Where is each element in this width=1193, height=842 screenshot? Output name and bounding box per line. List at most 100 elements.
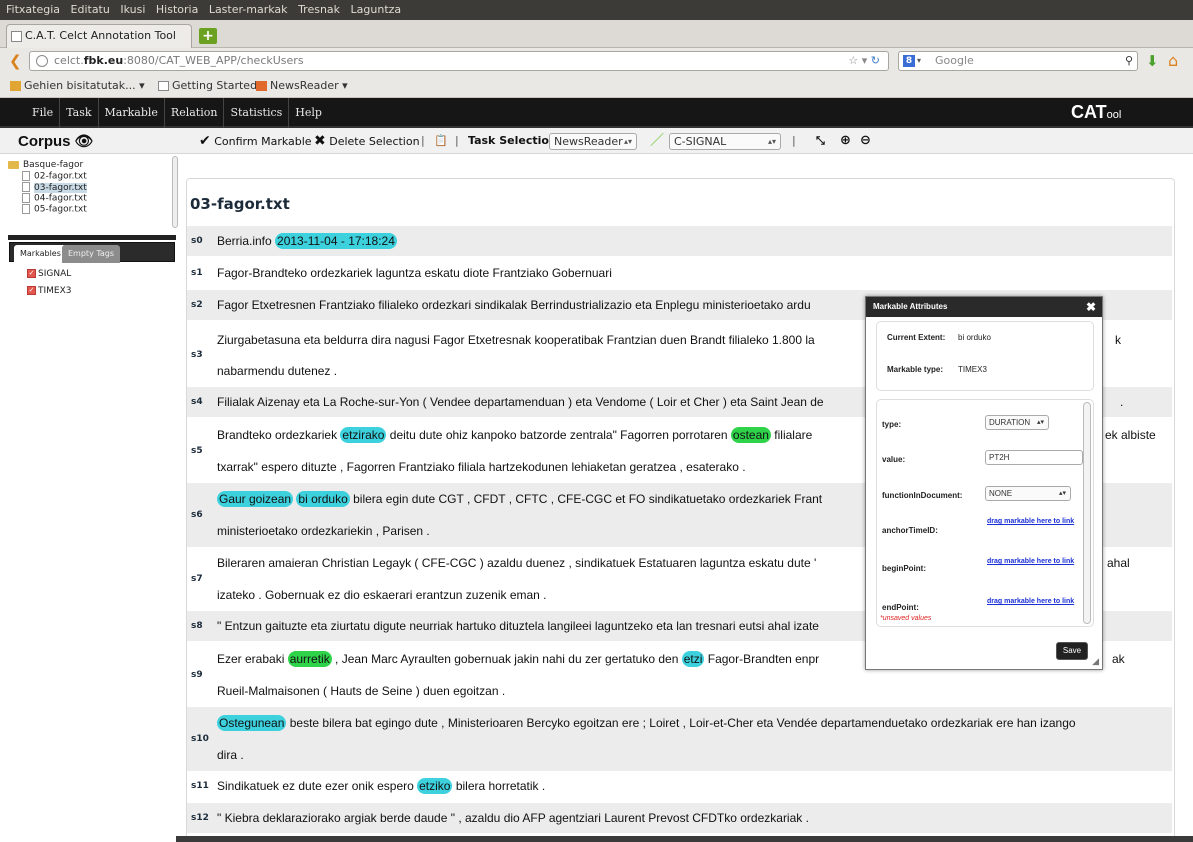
tree-file-selected[interactable]: 03-fagor.txt (8, 182, 170, 193)
text-span: , Jean Marc Ayraulten gobernuak jakin na… (331, 652, 682, 666)
sentence-row[interactable]: s10 Ostegunean beste bilera bat egingo d… (187, 707, 1172, 771)
delete-selection-button[interactable]: ✖ Delete Selection (314, 128, 420, 155)
toolbar-divider: | (455, 134, 459, 147)
sentence-text: Ezer erabaki aurretik , Jean Marc Ayraul… (217, 644, 819, 674)
url-bar[interactable]: celct.fbk.eu:8080/CAT_WEB_APP/checkUsers… (29, 51, 889, 71)
app-toolbar: Corpus 👁 ✔ Confirm Markable ✖ Delete Sel… (0, 128, 1193, 154)
panel-divider[interactable] (8, 235, 176, 240)
attributes-form: type: DURATION ▴▾ value: PT2H functionInD… (876, 399, 1094, 627)
download-icon[interactable]: ⬇ (1146, 52, 1159, 70)
search-bar[interactable]: 8 ▾ Google ⚲ (898, 51, 1138, 71)
sentence-id: s12 (191, 813, 209, 823)
value-input[interactable]: PT2H (985, 450, 1083, 465)
sentence-row[interactable]: s1 Fagor-Brandteko ordezkariek laguntza … (187, 258, 1172, 288)
corpus-header: Corpus 👁 (18, 132, 94, 150)
sentence-row[interactable]: s0 Berria.info 2013-11-04 - 17:18:24 (187, 226, 1172, 256)
save-button[interactable]: Save (1056, 642, 1088, 660)
bookmark-most-visited[interactable]: Gehien bisitatutak... ▾ (10, 74, 145, 98)
menu-historia[interactable]: Historia (156, 3, 198, 16)
app-menu-markable[interactable]: Markable (99, 98, 165, 128)
menu-laster-markak[interactable]: Laster-markak (209, 3, 288, 16)
checkbox-checked-icon[interactable]: ✓ (27, 286, 36, 295)
engine-dropdown-icon[interactable]: ▾ (917, 52, 921, 70)
resize-handle-icon[interactable]: ◢ (1092, 656, 1099, 667)
sentence-row[interactable]: s11 Sindikatuek ez dute ezer onik espero… (187, 771, 1172, 801)
markable-select[interactable]: C-SIGNAL ▴▾ (669, 133, 781, 150)
app-menu-help[interactable]: Help (289, 98, 328, 128)
bottom-scroll-bar[interactable] (176, 836, 1193, 842)
tab-markables[interactable]: Markables (14, 245, 67, 263)
collapse-icon[interactable]: ⤡ (816, 128, 825, 154)
attributes-scrollbar[interactable] (1083, 402, 1091, 624)
tab-empty-tags[interactable]: Empty Tags (62, 245, 121, 263)
x-icon: ✖ (314, 133, 326, 149)
text-span: Ezer erabaki (217, 652, 288, 666)
tree-folder[interactable]: Basque-fagor (8, 160, 170, 171)
timex-highlight[interactable]: bi orduko (296, 491, 350, 507)
value-attr-label: value: (882, 455, 906, 464)
page-icon (158, 81, 169, 91)
timex-highlight[interactable]: etziko (417, 778, 453, 794)
timex-highlight[interactable]: Gaur goizean (217, 491, 294, 507)
menu-tresnak[interactable]: Tresnak (298, 3, 340, 16)
function-select[interactable]: NONE ▴▾ (985, 486, 1071, 501)
app-menu-relation[interactable]: Relation (165, 98, 225, 128)
bookmark-newsreader[interactable]: NewsReader ▾ (256, 74, 348, 98)
markable-item-timex3[interactable]: ✓ TIMEX3 (27, 285, 72, 297)
app-menu-task[interactable]: Task (60, 98, 99, 128)
sentence-id: s1 (191, 268, 203, 278)
timex-highlight[interactable]: Ostegunean (217, 715, 287, 731)
task-select[interactable]: NewsReader ▴▾ (549, 133, 637, 150)
app-menu-file[interactable]: File (26, 98, 61, 128)
sentence-text: Gaur goizean bi orduko bilera egin dute … (217, 484, 822, 514)
clipboard-icon[interactable]: 📋 (434, 128, 448, 154)
sentence-id: s10 (191, 734, 209, 744)
markable-item-signal[interactable]: ✓ SIGNAL (27, 268, 71, 280)
sentence-id: s6 (191, 510, 203, 520)
value-input-text: PT2H (989, 453, 1010, 462)
back-arrow-icon[interactable]: ❮ (9, 52, 22, 70)
sentence-row[interactable]: s12 " Kiebra deklaraziorako argiak berde… (187, 803, 1172, 833)
text-span: beste bilera bat egingo dute , Ministeri… (286, 716, 1076, 730)
tree-file[interactable]: 02-fagor.txt (8, 171, 170, 182)
tree-file[interactable]: 05-fagor.txt (8, 204, 170, 215)
menu-ikusi[interactable]: Ikusi (120, 3, 145, 16)
checkbox-checked-icon[interactable]: ✓ (27, 269, 36, 278)
signal-highlight[interactable]: aurretik (287, 651, 332, 667)
begin-link[interactable]: drag markable here to link (987, 558, 1087, 566)
zoom-out-icon[interactable]: ⊖ (860, 128, 871, 154)
bookmark-star-icon[interactable]: ☆ ▾ ↻ (848, 52, 880, 70)
sentence-text: nabarmendu dutenez . (217, 364, 338, 378)
browser-navbar: ❮ celct.fbk.eu:8080/CAT_WEB_APP/checkUse… (0, 48, 1193, 74)
pen-icon[interactable]: ／ (650, 128, 664, 154)
app-menu-statistics[interactable]: Statistics (224, 98, 290, 128)
browser-tab[interactable]: C.A.T. Celct Annotation Tool (6, 24, 192, 48)
end-link[interactable]: drag markable here to link (987, 598, 1087, 606)
timex-highlight[interactable]: etzirako (340, 427, 387, 443)
markable-attributes-dialog: Markable Attributes ✖ Current Extent: bi … (865, 296, 1103, 670)
logo-main: CAT (1071, 102, 1107, 122)
timex-highlight[interactable]: 2013-11-04 - 17:18:24 (275, 233, 397, 249)
menu-fitxategia[interactable]: Fitxategia (6, 3, 60, 16)
zoom-in-icon[interactable]: ⊕ (840, 128, 851, 154)
tree-scrollbar[interactable] (172, 156, 178, 228)
task-selection-label: Task Selection (468, 134, 557, 147)
menu-laguntza[interactable]: Laguntza (351, 3, 402, 16)
reload-icon[interactable]: ↻ (871, 54, 880, 67)
tree-file[interactable]: 04-fagor.txt (8, 193, 170, 204)
home-icon[interactable]: ⌂ (1168, 51, 1178, 70)
new-tab-button[interactable]: + (199, 28, 217, 44)
timex-highlight[interactable]: etzi (681, 651, 705, 667)
confirm-markable-button[interactable]: ✔ Confirm Markable (199, 128, 312, 155)
eye-icon[interactable]: 👁 (75, 133, 94, 150)
anchor-link[interactable]: drag markable here to link (987, 518, 1087, 526)
sentence-id: s5 (191, 446, 203, 456)
sentence-text: . (1120, 395, 1124, 409)
type-select[interactable]: DURATION ▴▾ (985, 415, 1049, 430)
unsaved-notice: *unsaved values (880, 615, 932, 622)
close-icon[interactable]: ✖ (1086, 297, 1096, 317)
bookmark-getting-started[interactable]: Getting Started (158, 74, 257, 98)
signal-highlight[interactable]: ostean (730, 427, 771, 443)
search-icon[interactable]: ⚲ (1125, 52, 1133, 70)
menu-editatu[interactable]: Editatu (71, 3, 110, 16)
